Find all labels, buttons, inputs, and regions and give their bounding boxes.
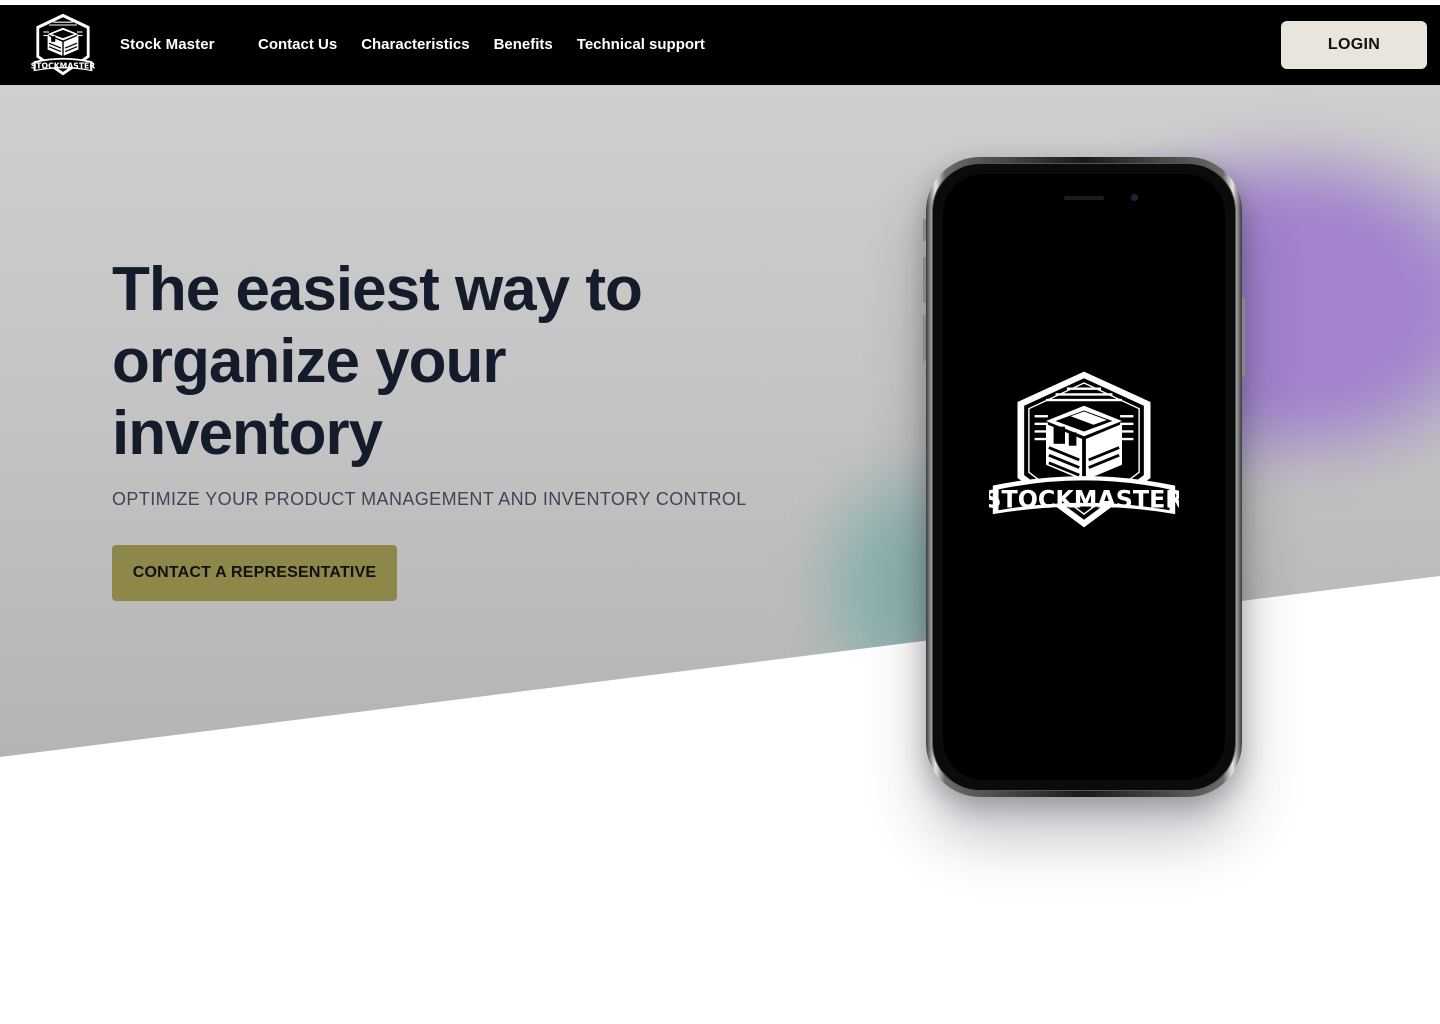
logo-text: STOCKMASTER	[31, 61, 96, 70]
stockmaster-logo-icon[interactable]: STOCKMASTER	[28, 11, 98, 81]
navbar: STOCKMASTER Stock Master Contact Us Char…	[0, 5, 1440, 85]
phone-mute-switch	[923, 219, 926, 241]
top-strip	[0, 0, 1440, 5]
hero-subtitle: OPTIMIZE YOUR PRODUCT MANAGEMENT AND INV…	[112, 489, 747, 509]
phone-camera	[1131, 194, 1138, 201]
nav-link-technical-support[interactable]: Technical support	[577, 36, 705, 53]
login-button[interactable]: LOGIN	[1281, 21, 1427, 69]
nav-brand-link[interactable]: Stock Master	[120, 36, 215, 53]
phone-mockup: STOCKMASTER	[923, 157, 1245, 797]
nav-link-characteristics[interactable]: Characteristics	[361, 36, 469, 53]
phone-volume-up-button	[923, 257, 926, 303]
hero-title: The easiest way to organize your invento…	[112, 255, 643, 468]
screen-logo-text: STOCKMASTER	[989, 485, 1179, 513]
phone-bezel: STOCKMASTER	[932, 163, 1236, 791]
stockmaster-logo-icon: STOCKMASTER	[989, 371, 1179, 528]
nav-link-contact-us[interactable]: Contact Us	[258, 36, 337, 53]
nav-links: Contact Us Characteristics Benefits Tech…	[258, 36, 705, 53]
phone-speaker	[1064, 196, 1104, 200]
phone-screen: STOCKMASTER	[943, 174, 1225, 780]
phone-volume-down-button	[923, 315, 926, 361]
contact-representative-button[interactable]: CONTACT A REPRESENTATIVE	[112, 545, 397, 601]
nav-link-benefits[interactable]: Benefits	[494, 36, 553, 53]
phone-power-button	[1242, 297, 1245, 377]
landing-page: STOCKMASTER Stock Master Contact Us Char…	[0, 0, 1440, 1024]
